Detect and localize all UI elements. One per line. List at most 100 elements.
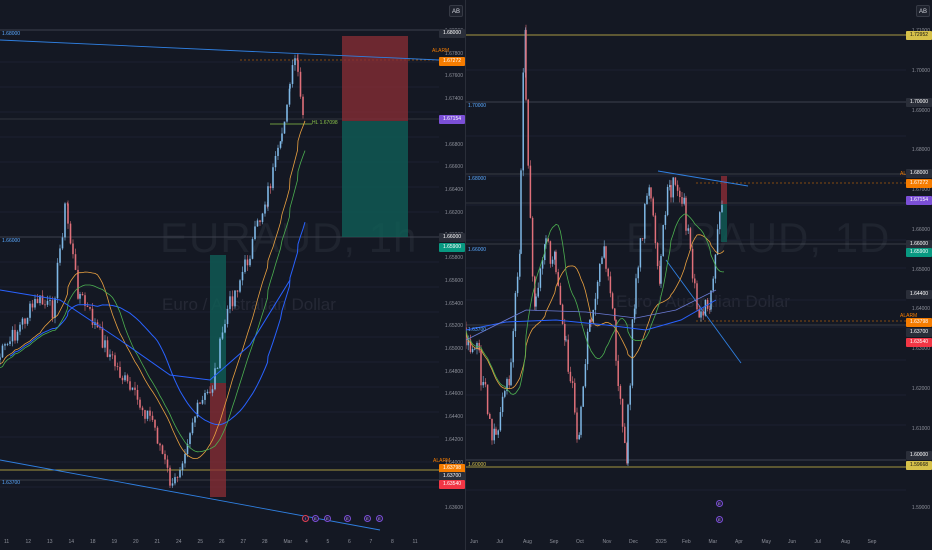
candle-body [291,65,294,84]
candle-body [621,398,624,427]
candle-body [614,308,616,320]
time-tick: Jun [470,539,479,545]
candle-body [144,410,146,419]
candle-body [164,453,166,460]
candle-body [209,391,211,393]
candle-body [660,255,662,284]
candle-body [721,205,723,213]
candle-body [698,309,700,318]
price-axis-right[interactable]: 1.710001.700001.690001.680001.670001.660… [906,0,932,515]
economic-event-marker[interactable]: E [344,515,351,522]
candle-body [480,350,482,386]
candle-body [261,213,264,223]
candle-body [131,387,134,390]
candle-body [29,303,31,318]
candle-body [21,318,24,325]
candle-body [264,204,266,214]
time-axis-left[interactable]: 11 12 13 14 18 19 20 21 24 25 26 27 28 Mar 4 5 6 7 8 11 [0,536,439,550]
candle-body [702,311,704,316]
price-tick: 1.67800 [444,50,463,57]
time-axis-right[interactable]: Jun Jul Aug Sep Oct Nov Dec 2025 Feb Mar Apr May Jun… [466,536,906,550]
chart-panel-left[interactable]: EURAUD, 1h Euro / Australian Dollar 1.68… [0,0,465,550]
candle-body [580,406,582,435]
economic-event-marker[interactable]: ! [302,515,309,522]
price-tick: 1.63600 [444,505,463,511]
candle-body [199,402,201,404]
candle-body [249,258,251,266]
price-tick: 1.64400 [444,414,463,421]
candle-body [555,251,557,273]
candle-body [281,133,283,142]
price-tick: 1.66800 [444,141,463,148]
candle-body [0,357,1,360]
price-axis-left[interactable]: 1.680001.678001.676001.674001.672001.668… [439,0,465,515]
price-label: 1.63540 [906,338,932,347]
candle-body [191,422,194,434]
candle-body [141,407,144,411]
price-chart-right[interactable] [466,0,932,550]
price-tick: 1.66000 [911,226,930,233]
candle-body [216,368,219,370]
time-tick: Sep [549,539,559,545]
candle-body [586,331,589,365]
candle-body [254,226,256,240]
price-chart-left[interactable] [0,0,465,550]
time-tick: 8 [391,539,394,545]
economic-event-marker[interactable]: E [364,515,371,522]
economic-event-marker[interactable]: E [312,515,319,522]
candle-body [219,338,221,369]
level-label-top: 1.68000 [2,31,21,37]
candle-body [514,293,517,332]
economic-event-marker[interactable]: E [376,515,383,522]
time-tick: 27 [240,539,247,545]
candle-body [650,187,652,199]
candle-body [512,331,514,363]
candle-body [4,344,6,346]
time-tick: Aug [523,539,532,545]
candle-body [495,428,497,435]
economic-event-marker[interactable]: E [716,516,723,523]
economic-event-marker[interactable]: E [716,500,723,507]
long-target-zone [210,255,226,383]
candle-body [482,381,484,386]
candle-body [679,190,681,198]
candle-body [501,396,504,413]
candle-body [672,177,674,198]
candle-body [522,72,524,171]
chart-panel-right[interactable]: EURAUD, 1D Euro / Australian Dollar 1.70… [466,0,932,550]
candle-body [648,187,650,196]
candle-body [497,430,499,435]
candle-body [299,71,302,97]
candle-body [101,327,104,348]
moving-average-long [9,221,306,426]
candle-body [476,342,478,349]
candle-body [259,220,261,223]
candle-body [269,186,272,189]
candle-body [274,155,277,168]
candle-body [557,272,559,286]
price-label: 1.67272 [906,179,932,188]
price-tick: 1.65000 [911,266,930,273]
candle-body [116,366,119,368]
price-label: 1.63798 [906,318,932,327]
candle-body [244,259,246,272]
candle-body [670,185,672,198]
time-tick: 25 [197,539,204,545]
candle-body [134,387,136,390]
candle-body [491,418,493,441]
candle-body [646,195,648,205]
candle-body [499,412,502,431]
candle-body [194,416,196,423]
candle-body [236,290,239,292]
time-tick: Jul [814,539,821,545]
candle-body [19,324,21,332]
economic-event-marker[interactable]: E [324,515,331,522]
candle-body [576,412,578,440]
candle-body [174,477,176,484]
time-tick: 28 [262,539,268,545]
price-label: 1.67154 [906,196,932,205]
horizontal-ray-label: HL 1.67098 [312,120,338,126]
time-tick: 20 [133,539,139,545]
candle-body [283,121,286,134]
candle-body [51,300,54,318]
